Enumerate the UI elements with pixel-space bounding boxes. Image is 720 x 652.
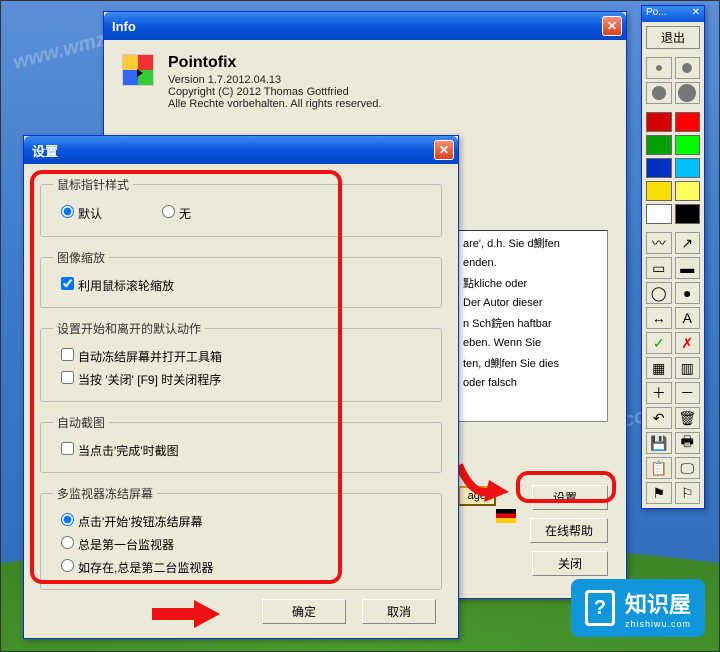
brand-url: zhishiwu.com bbox=[625, 619, 691, 629]
toolbox-palette[interactable]: Po...✕ 退出 〰 ↗ ▭ ▬ ◯ ● ↔ A ✓ ✗ ▦ ▥ ＋ － ↶ … bbox=[641, 5, 705, 509]
tool-ellipse-fill-icon[interactable]: ● bbox=[675, 282, 701, 304]
tool-grid-icon[interactable]: ▦ bbox=[646, 357, 672, 379]
app-copyright: Copyright (C) 2012 Thomas Gottfried bbox=[168, 86, 381, 98]
tool-rect-fill-icon[interactable]: ▬ bbox=[675, 257, 701, 279]
brand-name: 知识屋 bbox=[625, 592, 691, 617]
license-textarea[interactable]: are', d.h. Sie d鰂fen enden. 點kliche oder… bbox=[458, 230, 608, 422]
toolbox-exit-button[interactable]: 退出 bbox=[646, 26, 700, 49]
swatch-lime[interactable] bbox=[675, 135, 701, 155]
group-startexit-legend: 设置开始和离开的默认动作 bbox=[53, 320, 205, 337]
swatch-black[interactable] bbox=[675, 204, 701, 224]
online-help-button[interactable]: 在线帮助 bbox=[530, 518, 608, 543]
tool-rect-icon[interactable]: ▭ bbox=[646, 257, 672, 279]
group-auto-screenshot: 自动截图 当点击'完成'时截图 bbox=[40, 414, 442, 473]
swatch-yellow[interactable] bbox=[675, 181, 701, 201]
tool-screen-icon[interactable]: 🖵 bbox=[675, 457, 701, 479]
tool-line-icon[interactable]: ↗ bbox=[675, 232, 701, 254]
radio-monitor-second[interactable]: 如存在,总是第二台监视器 bbox=[61, 559, 213, 576]
brand-badge: ? 知识屋 zhishiwu.com bbox=[571, 579, 705, 637]
tool-arrow-icon[interactable]: ↔ bbox=[646, 307, 672, 329]
radio-pointer-default[interactable]: 默认 bbox=[61, 205, 102, 222]
info-title-text: Info bbox=[112, 19, 136, 34]
color-swatches bbox=[642, 108, 704, 228]
language-button[interactable]: age bbox=[458, 486, 496, 506]
tool-flag2-icon[interactable]: ⚐ bbox=[675, 482, 701, 504]
brand-icon: ? bbox=[585, 590, 615, 626]
info-close-icon[interactable]: ✕ bbox=[602, 16, 622, 36]
radio-monitor-first[interactable]: 总是第一台监视器 bbox=[61, 536, 174, 553]
check-auto-freeze[interactable]: 自动冻结屏幕并打开工具箱 bbox=[61, 348, 222, 365]
swatch-red[interactable] bbox=[675, 112, 701, 132]
check-close-f9[interactable]: 当按 '关闭' [F9] 时关闭程序 bbox=[61, 371, 221, 388]
toolbox-titlebar[interactable]: Po...✕ bbox=[642, 6, 704, 22]
tool-zoomin-icon[interactable]: ＋ bbox=[646, 382, 672, 404]
brush-size-1[interactable] bbox=[646, 57, 672, 79]
app-version: Version 1.7.2012.04.13 bbox=[168, 74, 381, 86]
group-pointer-legend: 鼠标指针样式 bbox=[53, 176, 133, 193]
tool-ellipse-icon[interactable]: ◯ bbox=[646, 282, 672, 304]
app-rights: Alle Rechte vorbehalten. All rights rese… bbox=[168, 98, 381, 110]
settings-button[interactable]: 设置... bbox=[532, 485, 608, 510]
swatch-white[interactable] bbox=[646, 204, 672, 224]
toolbox-close-icon[interactable]: ✕ bbox=[692, 7, 700, 21]
settings-close-icon[interactable]: ✕ bbox=[434, 140, 454, 160]
info-titlebar[interactable]: Info ✕ bbox=[104, 12, 626, 40]
swatch-blue[interactable] bbox=[646, 158, 672, 178]
ok-button[interactable]: 确定 bbox=[262, 599, 346, 624]
settings-titlebar[interactable]: 设置 ✕ bbox=[24, 136, 458, 164]
tool-save-icon[interactable]: 💾 bbox=[646, 432, 672, 454]
group-zoom: 图像缩放 利用鼠标滚轮缩放 bbox=[40, 249, 442, 308]
tool-print-icon[interactable]: 🖶 bbox=[675, 432, 701, 454]
brush-size-3[interactable] bbox=[646, 82, 672, 104]
brush-size-2[interactable] bbox=[675, 57, 701, 79]
tool-clipboard-icon[interactable]: 📋 bbox=[646, 457, 672, 479]
cancel-button[interactable]: 取消 bbox=[362, 599, 436, 624]
group-multi-monitor: 多监视器冻结屏幕 点击'开始'按钮冻结屏幕 总是第一台监视器 如存在,总是第二台… bbox=[40, 485, 442, 590]
tool-undo-icon[interactable]: ↶ bbox=[646, 407, 672, 429]
group-zoom-legend: 图像缩放 bbox=[53, 249, 109, 266]
tool-ruler-icon[interactable]: ▥ bbox=[675, 357, 701, 379]
flag-icon bbox=[496, 509, 516, 523]
swatch-green[interactable] bbox=[646, 135, 672, 155]
tool-freehand-icon[interactable]: 〰 bbox=[646, 232, 672, 254]
check-wheel-zoom[interactable]: 利用鼠标滚轮缩放 bbox=[61, 277, 174, 294]
tool-check-icon[interactable]: ✓ bbox=[646, 332, 672, 354]
group-multimon-legend: 多监视器冻结屏幕 bbox=[53, 485, 157, 502]
group-pointer-style: 鼠标指针样式 默认 无 bbox=[40, 176, 442, 237]
tool-flag1-icon[interactable]: ⚑ bbox=[646, 482, 672, 504]
swatch-darkyellow[interactable] bbox=[646, 181, 672, 201]
tool-zoomout-icon[interactable]: － bbox=[675, 382, 701, 404]
pointofix-logo-icon bbox=[122, 54, 154, 86]
tool-trash-icon[interactable]: 🗑 bbox=[675, 407, 701, 429]
radio-pointer-none[interactable]: 无 bbox=[162, 205, 191, 222]
swatch-darkred[interactable] bbox=[646, 112, 672, 132]
group-autoshot-legend: 自动截图 bbox=[53, 414, 109, 431]
tool-cross-icon[interactable]: ✗ bbox=[675, 332, 701, 354]
info-close-button[interactable]: 关闭 bbox=[532, 551, 608, 576]
group-start-exit: 设置开始和离开的默认动作 自动冻结屏幕并打开工具箱 当按 '关闭' [F9] 时… bbox=[40, 320, 442, 402]
check-screenshot-done[interactable]: 当点击'完成'时截图 bbox=[61, 442, 179, 459]
radio-monitor-click[interactable]: 点击'开始'按钮冻结屏幕 bbox=[61, 513, 203, 530]
app-name: Pointofix bbox=[168, 54, 381, 72]
brush-size-4[interactable] bbox=[675, 82, 701, 104]
settings-window: 设置 ✕ 鼠标指针样式 默认 无 图像缩放 利用鼠标滚轮缩放 设置开始和离开的默… bbox=[23, 135, 459, 639]
settings-title-text: 设置 bbox=[32, 141, 58, 160]
annotation-arrow-icon bbox=[194, 600, 220, 628]
swatch-cyan[interactable] bbox=[675, 158, 701, 178]
tool-text-icon[interactable]: A bbox=[675, 307, 701, 329]
